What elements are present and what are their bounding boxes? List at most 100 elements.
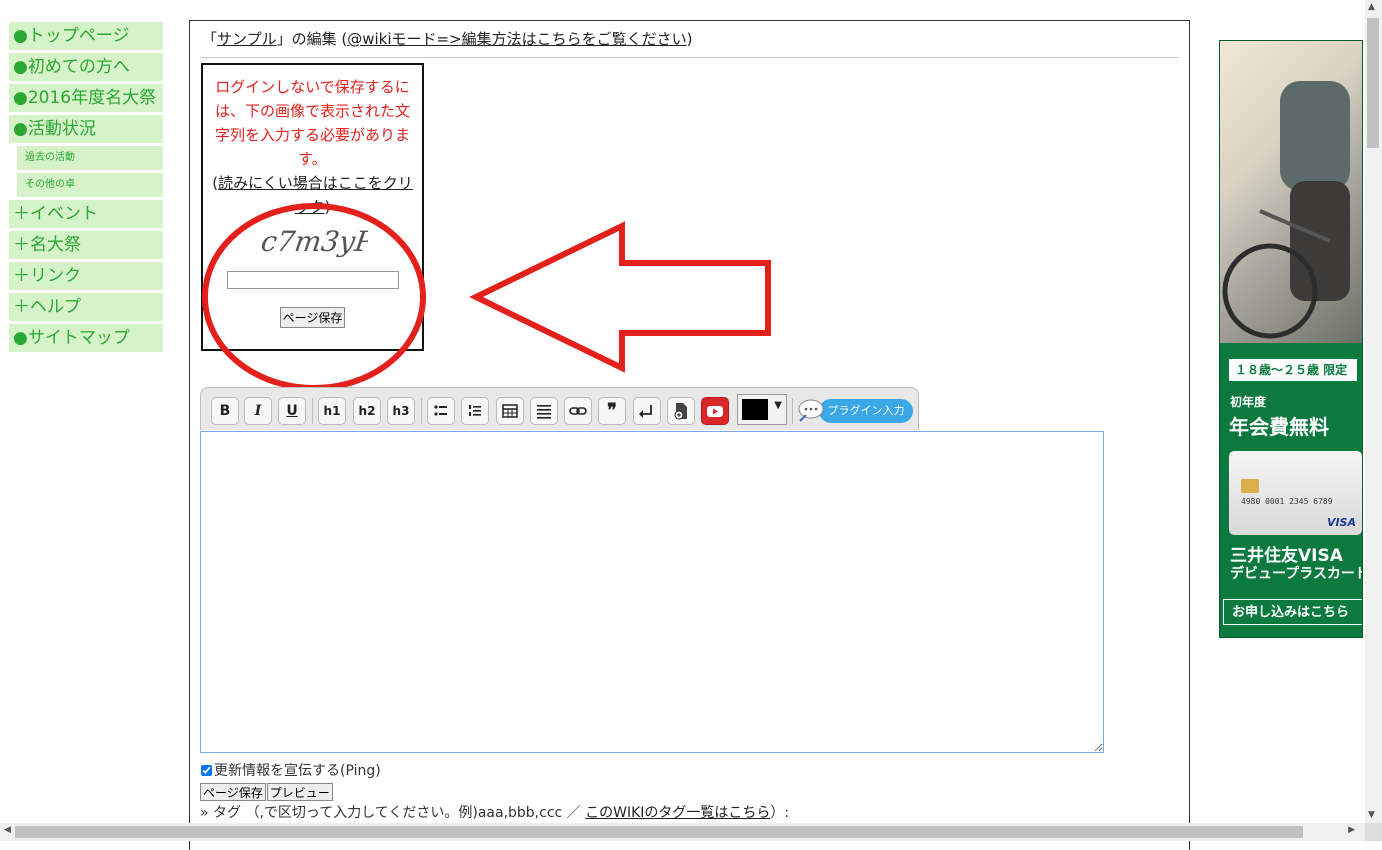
quote-icon: ❞ (607, 400, 617, 421)
h2-button[interactable]: h2 (353, 397, 381, 425)
toolbar-separator (792, 398, 793, 424)
toolbar-separator (421, 398, 422, 424)
speech-bubble-icon (798, 399, 824, 422)
horizontal-scrollbar[interactable]: ◀ ▶ (0, 823, 1365, 841)
h3-button[interactable]: h3 (387, 397, 415, 425)
color-swatch (742, 399, 768, 420)
captcha-reload-link[interactable]: 読みにくい場合はここをクリック (218, 174, 413, 216)
file-add-icon (674, 403, 687, 420)
ping-checkbox[interactable] (201, 765, 212, 776)
tag-list-link[interactable]: このWIKIのタグ一覧はこちら (585, 805, 770, 821)
ad-product: デビュープラスカード (1230, 566, 1363, 582)
ad-apply-button[interactable]: お申し込みはこちら (1223, 599, 1362, 625)
vertical-scrollbar[interactable]: ▲ ▼ (1365, 0, 1382, 823)
nav-item[interactable]: ＋名大祭 (9, 231, 163, 259)
h3-label: h3 (392, 404, 410, 418)
nav-subitem[interactable]: その他の卓 (17, 173, 163, 197)
underline-label: U (286, 403, 298, 419)
plugin-pill: プラグイン入力 (819, 399, 913, 423)
nav-item[interactable]: ●2016年度名大祭 (9, 84, 163, 112)
advertisement-banner[interactable]: １８歳〜２５歳 限定 初年度 年会費無料 4980 0001 2345 6789… (1219, 40, 1363, 638)
line-break-button[interactable] (633, 397, 661, 425)
nav-subitem[interactable]: 過去の活動 (17, 146, 163, 170)
bullet-list-icon (434, 405, 447, 416)
scroll-down-icon[interactable]: ▼ (1368, 810, 1375, 820)
captcha-link-close: ) (324, 198, 331, 216)
save-row: ページ保存 プレビュー (200, 782, 334, 801)
card-number: 4980 0001 2345 6789 (1241, 497, 1333, 506)
ping-option: 更新情報を宣伝する(Ping) (200, 760, 381, 780)
nav-item[interactable]: ＋ヘルプ (9, 293, 163, 321)
captcha-save-button[interactable]: ページ保存 (279, 307, 346, 328)
visa-logo: VISA (1326, 516, 1356, 529)
return-arrow-icon (639, 405, 652, 418)
nav-item[interactable]: ＋イベント (9, 200, 163, 228)
captcha-image: c7m3yP (259, 225, 377, 258)
captcha-box: ログインしないで保存するには、下の画像で表示された文字列を入力する必要があります… (201, 63, 424, 351)
toolbar-separator (312, 398, 313, 424)
edit-heading: 「サンプル」の編集 (@wikiモード=>編集方法はこちらをご覧ください) (202, 28, 693, 49)
captcha-input[interactable] (226, 271, 399, 289)
numbered-list-icon (469, 405, 481, 416)
captcha-text: c7m3yP (259, 225, 368, 258)
attach-file-button[interactable] (667, 397, 695, 425)
heading-close: ) (686, 30, 693, 48)
heading-open-bracket: 「 (202, 30, 218, 48)
ad-first-year: 初年度 (1230, 395, 1267, 409)
youtube-button[interactable] (701, 397, 729, 425)
edit-help-link[interactable]: @wikiモード=>編集方法はこちらをご覧ください (347, 30, 686, 48)
side-navigation: ●トップページ ●初めての方へ ●2016年度名大祭 ●活動状況過去の活動その他の卓 ＋… (9, 22, 163, 355)
nav-item[interactable]: ●活動状況 (9, 115, 163, 143)
ping-label: 更新情報を宣伝する(Ping) (214, 763, 381, 779)
preview-button[interactable]: プレビュー (266, 783, 333, 801)
cyclist-image (1222, 81, 1350, 339)
link-button[interactable] (564, 397, 592, 425)
ad-photo (1220, 41, 1362, 343)
nav-item[interactable]: ●サイトマップ (9, 324, 163, 352)
page-save-button[interactable]: ページ保存 (200, 783, 266, 801)
ad-free-fee: 年会費無料 (1229, 415, 1329, 439)
horizontal-scroll-thumb[interactable] (15, 826, 1303, 838)
scroll-left-icon[interactable]: ◀ (4, 825, 11, 835)
captcha-message: ログインしないで保存するには、下の画像で表示された文字列を入力する必要があります… (214, 78, 410, 168)
youtube-icon (707, 406, 723, 417)
credit-card-image: 4980 0001 2345 6789 VISA (1229, 451, 1362, 535)
heading-divider (200, 57, 1179, 58)
scroll-up-icon[interactable]: ▲ (1368, 2, 1375, 12)
color-picker[interactable]: ▼ (737, 394, 787, 425)
scrollbar-corner (1365, 823, 1382, 841)
table-icon (502, 404, 518, 418)
editor-toolbar: B I U h1 h2 h3 ❞ ▼ プラグイン入力 (200, 387, 919, 430)
vertical-scroll-thumb[interactable] (1367, 18, 1379, 148)
link-icon (569, 407, 587, 415)
plugin-input-button[interactable]: プラグイン入力 (797, 397, 913, 425)
italic-button[interactable]: I (244, 397, 272, 425)
card-chip-icon (1241, 479, 1259, 493)
align-lines-icon (537, 405, 551, 419)
bullet-list-button[interactable] (427, 397, 455, 425)
heading-suffix: 」の編集 ( (276, 30, 348, 48)
chevron-down-icon: ▼ (774, 400, 782, 411)
page-name-link[interactable]: サンプル (217, 30, 277, 48)
tag-row: » タグ （,で区切って入力してください。例)aaa,bbb,ccc ／ このW… (200, 802, 789, 822)
bold-button[interactable]: B (211, 397, 239, 425)
captcha-link-line: (読みにくい場合はここをクリック) (211, 171, 414, 219)
nav-item[interactable]: ●初めての方へ (9, 53, 163, 81)
h1-label: h1 (323, 404, 341, 418)
nav-item[interactable]: ＋リンク (9, 262, 163, 290)
numbered-list-button[interactable] (461, 397, 489, 425)
table-button[interactable] (496, 397, 524, 425)
tag-suffix: ）: (770, 805, 790, 821)
wiki-editor-textarea[interactable] (200, 431, 1104, 753)
tag-hint: » タグ （,で区切って入力してください。例)aaa,bbb,ccc ／ (200, 805, 586, 821)
scroll-right-icon[interactable]: ▶ (1348, 825, 1355, 835)
horizontal-rule-button[interactable] (530, 397, 558, 425)
h2-label: h2 (358, 404, 376, 418)
plugin-label: プラグイン入力 (827, 404, 905, 417)
quote-button[interactable]: ❞ (598, 397, 626, 425)
italic-label: I (254, 403, 262, 419)
ad-age-label: １８歳〜２５歳 限定 (1229, 359, 1357, 381)
nav-item[interactable]: ●トップページ (9, 22, 163, 50)
underline-button[interactable]: U (278, 397, 306, 425)
h1-button[interactable]: h1 (318, 397, 346, 425)
